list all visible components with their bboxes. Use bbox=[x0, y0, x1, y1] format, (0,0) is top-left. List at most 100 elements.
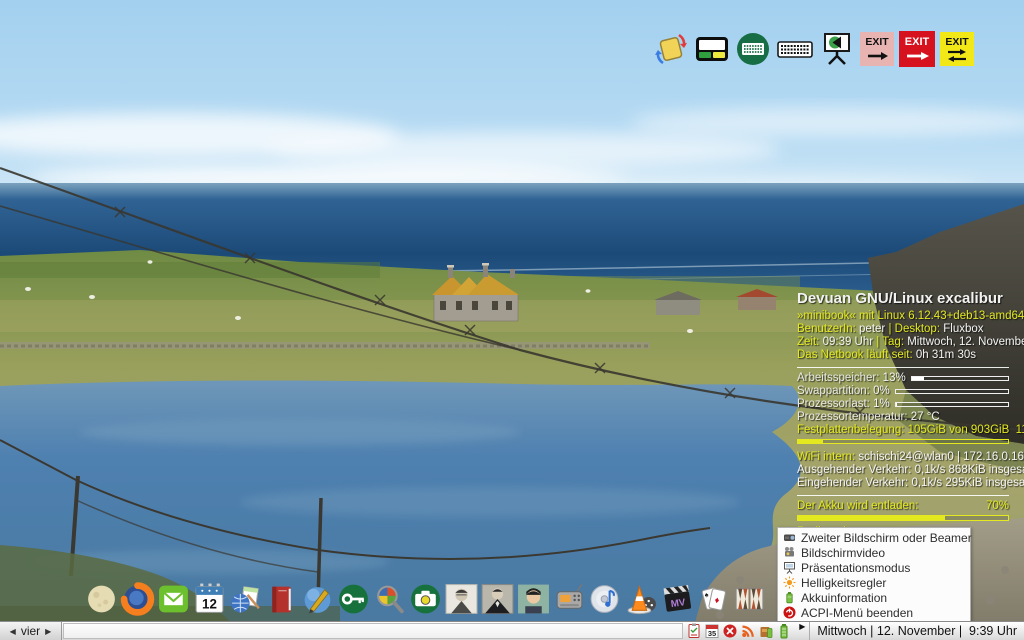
mail-icon bbox=[156, 581, 191, 617]
presentation-icon bbox=[783, 561, 796, 574]
conky-host-line: »minibook« mit Linux 6.12.43+deb13-amd64 bbox=[797, 310, 1009, 323]
conky-title: Devuan GNU/Linux excalibur bbox=[797, 290, 1009, 307]
tray-expand-arrow[interactable]: ▶ bbox=[795, 622, 809, 640]
menu-item-second-screen[interactable]: Zweiter Bildschirm oder Beamer bbox=[778, 530, 970, 545]
tx-line: Ausgehender Verkehr: 0,1k/s 868KiB insge… bbox=[797, 464, 1009, 477]
dock-icon-card-game[interactable]: ♠ ♦ bbox=[696, 581, 731, 617]
color-picker-icon bbox=[372, 581, 407, 617]
exit-pink-icon: EXIT bbox=[860, 31, 894, 67]
dock-icon-journal[interactable] bbox=[264, 581, 299, 617]
beamer-icon bbox=[783, 531, 796, 544]
divider bbox=[797, 367, 1009, 368]
dock-icon-keyring[interactable] bbox=[336, 581, 371, 617]
battery-tray-icon[interactable] bbox=[776, 623, 792, 639]
exit-label: EXIT bbox=[865, 36, 889, 48]
dock-icon-writer-globe[interactable] bbox=[300, 581, 335, 617]
screen-rotate-icon bbox=[653, 30, 689, 68]
dock-icon-color-picker[interactable] bbox=[372, 581, 407, 617]
firefox-icon bbox=[120, 581, 155, 617]
cpu-stat: Prozessorlast: 1% bbox=[797, 398, 1009, 411]
battery-bar bbox=[797, 515, 1009, 521]
swap-stat: Swappartition: 0% bbox=[797, 385, 1009, 398]
blocker-tray-icon[interactable] bbox=[722, 623, 738, 639]
menu-item-label: Zweiter Bildschirm oder Beamer bbox=[801, 531, 972, 545]
wifi-line: WiFi intern: schischi24@wlan0 | 172.16.0… bbox=[797, 451, 1009, 464]
display-layout-icon bbox=[694, 30, 730, 68]
volume-mixer-tray-icon[interactable] bbox=[758, 623, 774, 639]
keyboard-layout-button[interactable] bbox=[735, 30, 771, 68]
workspace-name: vier bbox=[21, 624, 40, 638]
screen-rotate-button[interactable] bbox=[653, 30, 689, 68]
exit-red-button[interactable]: EXIT bbox=[899, 30, 935, 68]
camera-icon bbox=[408, 581, 443, 617]
menu-item-screen-video[interactable]: Bildschirmvideo bbox=[778, 545, 970, 560]
dock-icon-camera[interactable] bbox=[408, 581, 443, 617]
screen-video-icon bbox=[783, 546, 796, 559]
menu-item-brightness[interactable]: Helligkeitsregler bbox=[778, 575, 970, 590]
dock-icon-mail[interactable] bbox=[156, 581, 191, 617]
calendar-day-label: 12 bbox=[202, 596, 217, 611]
dock-icon-photo-portrait-2[interactable] bbox=[480, 581, 515, 617]
menu-item-label: Bildschirmvideo bbox=[801, 546, 885, 560]
movie-editor-icon: MV bbox=[660, 581, 695, 617]
dock-icon-backgammon[interactable] bbox=[732, 581, 767, 617]
system-monitor-overlay: Devuan GNU/Linux excalibur »minibook« mi… bbox=[797, 290, 1009, 539]
acpi-context-menu: Zweiter Bildschirm oder Beamer Bildschir… bbox=[777, 527, 971, 623]
dock-icon-calendar[interactable]: 12 bbox=[192, 581, 227, 617]
exit-label: EXIT bbox=[905, 36, 930, 48]
clapper-label: MV bbox=[670, 597, 687, 610]
rss-tray-icon[interactable] bbox=[740, 623, 756, 639]
journal-icon bbox=[264, 581, 299, 617]
writer-globe-icon bbox=[300, 581, 335, 617]
backgammon-icon bbox=[732, 581, 767, 617]
menu-item-presentation[interactable]: Präsentationsmodus bbox=[778, 560, 970, 575]
launcher-bar: EXIT EXIT EXIT bbox=[653, 29, 974, 69]
cpu-bar bbox=[895, 402, 1009, 407]
exit-switch-button[interactable]: EXIT bbox=[940, 31, 974, 67]
dock-icon-music-cd[interactable] bbox=[588, 581, 623, 617]
presentation-screen-button[interactable] bbox=[819, 29, 855, 69]
conky-user-line: BenutzerIn: peter | Desktop: Fluxbox bbox=[797, 323, 1009, 336]
conky-time-line: Zeit: 09:39 Uhr | Tag: Mittwoch, 12. Nov… bbox=[797, 336, 1009, 349]
menu-item-label: ACPI-Menü beenden bbox=[801, 606, 913, 620]
exit-switch-icon: EXIT bbox=[940, 31, 974, 67]
taskbar-window-list[interactable] bbox=[63, 623, 683, 639]
dock-icon-photo-portrait-1[interactable] bbox=[444, 581, 479, 617]
dock-icon-movie-editor[interactable]: MV bbox=[660, 581, 695, 617]
memory-stat: Arbeitsspeicher: 13% bbox=[797, 372, 1009, 385]
menu-item-battery-info[interactable]: Akkuinformation bbox=[778, 590, 970, 605]
dock-icon-organizer[interactable] bbox=[228, 581, 263, 617]
menu-item-label: Präsentationsmodus bbox=[801, 561, 910, 575]
clipboard-tray-icon[interactable] bbox=[686, 623, 702, 639]
dock-icon-vlc[interactable] bbox=[624, 581, 659, 617]
taskbar: ◀ vier ▶ 35 bbox=[0, 621, 1024, 640]
workspace-switcher: ◀ vier ▶ bbox=[0, 622, 62, 640]
photo-portrait-icon bbox=[480, 581, 515, 617]
menu-item-label: Helligkeitsregler bbox=[801, 576, 886, 590]
photo-portrait-icon bbox=[444, 581, 479, 617]
portrait-painting-icon bbox=[516, 581, 551, 617]
dock-icon-firefox[interactable] bbox=[120, 581, 155, 617]
rx-line: Eingehender Verkehr: 0,1k/s 295KiB insge… bbox=[797, 477, 1009, 490]
calendar-icon: 12 bbox=[192, 581, 227, 617]
menu-item-quit-acpi[interactable]: ACPI-Menü beenden bbox=[778, 605, 970, 620]
virtual-keyboard-button[interactable] bbox=[776, 30, 814, 68]
dock-icon-moon[interactable] bbox=[84, 581, 119, 617]
week-calendar-tray-icon[interactable]: 35 bbox=[704, 623, 720, 639]
brightness-icon bbox=[783, 576, 796, 589]
display-layout-button[interactable] bbox=[694, 30, 730, 68]
workspace-next-arrow[interactable]: ▶ bbox=[45, 627, 51, 636]
keyboard-icon bbox=[776, 30, 814, 68]
disk-bar bbox=[797, 439, 1009, 444]
presentation-screen-icon bbox=[819, 29, 855, 69]
dock-icon-portrait-painting[interactable] bbox=[516, 581, 551, 617]
workspace-prev-arrow[interactable]: ◀ bbox=[10, 627, 16, 636]
conky-uptime-line: Das Netbook läuft seit: 0h 31m 30s bbox=[797, 349, 1009, 362]
menu-item-label: Akkuinformation bbox=[801, 591, 887, 605]
system-tray: 35 bbox=[683, 622, 795, 640]
exit-pink-button[interactable]: EXIT bbox=[860, 31, 894, 67]
card-game-icon: ♠ ♦ bbox=[696, 581, 731, 617]
dock-icon-radio[interactable] bbox=[552, 581, 587, 617]
music-cd-icon bbox=[588, 581, 623, 617]
battery-icon bbox=[783, 591, 796, 604]
